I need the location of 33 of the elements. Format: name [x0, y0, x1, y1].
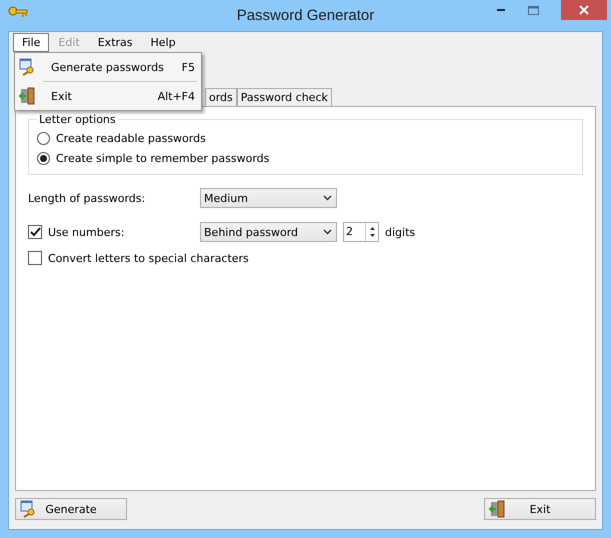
checkbox[interactable] — [28, 225, 42, 239]
position-dropdown[interactable]: Behind password — [200, 222, 337, 242]
door-icon — [19, 87, 37, 105]
group-title: Letter options — [38, 113, 117, 126]
length-dropdown[interactable]: Medium — [200, 188, 337, 208]
tab[interactable]: Password check — [236, 88, 332, 106]
digits-spinner[interactable]: 2 — [343, 222, 379, 242]
menu-entry[interactable]: Generate passwords F5 — [15, 55, 201, 79]
close-icon — [579, 5, 589, 15]
option-label: Create readable passwords — [56, 132, 206, 144]
checkbox[interactable] — [28, 251, 42, 265]
menu-item[interactable]: Help — [142, 32, 185, 52]
minimize-icon[interactable] — [496, 8, 506, 12]
unit-label: digits — [385, 226, 416, 238]
radio-button[interactable] — [37, 132, 50, 144]
door-icon — [489, 500, 507, 518]
exit-button[interactable]: Exit — [484, 498, 596, 520]
generate-button[interactable]: Generate — [15, 498, 127, 520]
chevron-down-icon — [323, 229, 332, 235]
checkbox-label: Convert letters to special characters — [48, 252, 249, 264]
key-icon — [8, 6, 28, 20]
menu-entry[interactable]: Exit Alt+F4 — [15, 84, 201, 108]
option-label: Create simple to remember passwords — [56, 152, 270, 164]
checkbox-label: Use numbers: — [48, 226, 124, 238]
radio-button[interactable] — [37, 152, 50, 164]
window-title: Password Generator — [236, 7, 374, 24]
maximize-icon[interactable] — [528, 6, 539, 14]
field-label: Length of passwords: — [28, 192, 146, 204]
tab[interactable]: ords — [205, 88, 237, 106]
menu-item[interactable]: Extras — [88, 32, 142, 52]
chevron-down-icon — [323, 195, 332, 201]
close-button[interactable] — [561, 0, 607, 20]
menu-item[interactable]: File — [13, 32, 50, 52]
